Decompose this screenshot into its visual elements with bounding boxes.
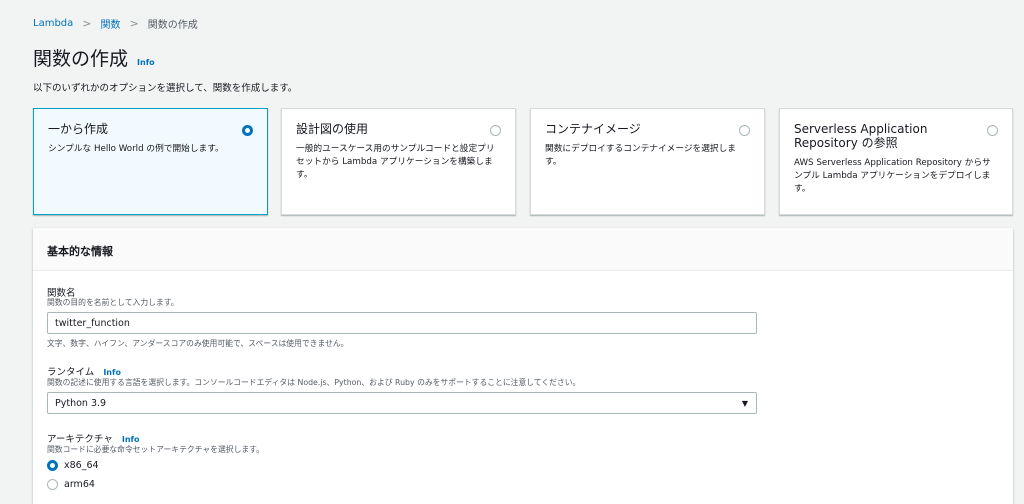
option-desc: 関数にデプロイするコンテナイメージを選択します。 xyxy=(545,144,736,167)
option-card-blueprint[interactable]: 設計図の使用 一般的ユースケース用のサンプルコードと設定プリセットから Lamb… xyxy=(281,108,516,215)
runtime-info-link[interactable]: Info xyxy=(103,368,121,377)
architecture-info-link[interactable]: Info xyxy=(122,435,140,444)
radio-button[interactable] xyxy=(47,460,58,471)
page-title: 関数の作成 xyxy=(33,48,129,70)
architecture-label: アーキテクチャ Info xyxy=(47,434,140,445)
panel-heading: 基本的な情報 xyxy=(33,228,1013,271)
architecture-option-arm64[interactable]: arm64 xyxy=(47,479,95,490)
option-radio[interactable] xyxy=(490,125,501,136)
breadcrumb: Lambda > 関数 > 関数の作成 xyxy=(33,16,198,31)
option-radio[interactable] xyxy=(739,125,750,136)
option-card-serverless-repo[interactable]: Serverless Application Repository の参照 AW… xyxy=(779,108,1013,215)
function-name-desc: 関数の目的を名前として入力します。 xyxy=(47,298,179,307)
option-desc: 一般的ユースケース用のサンプルコードと設定プリセットから Lambda アプリケ… xyxy=(296,144,495,180)
caret-down-icon: ▼ xyxy=(741,399,748,408)
option-radio[interactable] xyxy=(242,125,253,136)
basic-info-panel: 基本的な情報 関数名 関数の目的を名前として入力します。 twitter_fun… xyxy=(33,228,1013,504)
architecture-option-x86[interactable]: x86_64 xyxy=(47,460,99,471)
chevron-right-icon: > xyxy=(129,17,139,30)
breadcrumb-current: 関数の作成 xyxy=(147,20,198,31)
option-title: Serverless Application Repository の参照 xyxy=(794,122,928,150)
page-header: 関数の作成 Info xyxy=(33,44,155,71)
option-desc: AWS Serverless Application Repository から… xyxy=(794,158,991,194)
runtime-label: ランタイム Info xyxy=(47,367,121,378)
function-name-input[interactable]: twitter_function xyxy=(47,312,757,334)
option-title: 設計図の使用 xyxy=(296,122,369,136)
breadcrumb-functions[interactable]: 関数 xyxy=(100,16,120,31)
chevron-right-icon: > xyxy=(82,17,92,30)
option-desc: シンプルな Hello World の例で開始します。 xyxy=(48,144,224,154)
option-title: コンテナイメージ xyxy=(545,122,641,136)
option-card-author-from-scratch[interactable]: 一から作成 シンプルな Hello World の例で開始します。 xyxy=(33,108,268,215)
page-info-link[interactable]: Info xyxy=(137,58,155,67)
option-radio[interactable] xyxy=(987,125,998,136)
option-card-container-image[interactable]: コンテナイメージ 関数にデプロイするコンテナイメージを選択します。 xyxy=(530,108,765,215)
radio-button[interactable] xyxy=(47,479,58,490)
runtime-select[interactable]: Python 3.9 ▼ xyxy=(47,392,757,414)
function-name-hint: 文字、数字、ハイフン、アンダースコアのみ使用可能で、スペースは使用できません。 xyxy=(47,339,349,348)
runtime-desc: 関数の記述に使用する言語を選択します。コンソールコードエディタは Node.js… xyxy=(47,378,581,387)
breadcrumb-lambda[interactable]: Lambda xyxy=(33,18,73,29)
option-title: 一から作成 xyxy=(48,122,109,136)
page-subtitle: 以下のいずれかのオプションを選択して、関数を作成します。 xyxy=(33,83,298,94)
architecture-desc: 関数コードに必要な命令セットアーキテクチャを選択します。 xyxy=(47,445,264,454)
